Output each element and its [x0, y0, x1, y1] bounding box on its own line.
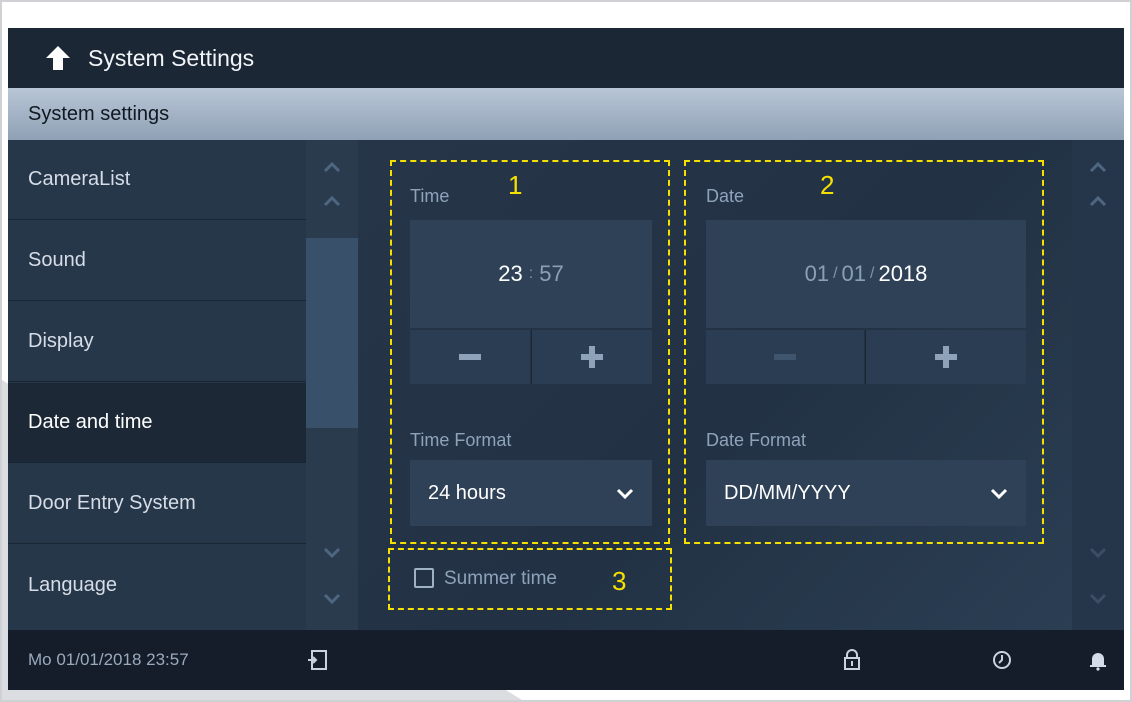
- chevron-up-icon[interactable]: [320, 190, 344, 214]
- chevron-down-icon: [990, 488, 1008, 500]
- sidebar-item-label: Sound: [28, 249, 86, 271]
- history-icon[interactable]: [990, 648, 1014, 672]
- date-increment-button[interactable]: [866, 330, 1026, 384]
- date-month[interactable]: 01: [842, 261, 866, 287]
- chevron-down-icon[interactable]: [1086, 586, 1110, 610]
- time-value-display: 23 : 57: [410, 220, 652, 328]
- date-separator: /: [870, 265, 875, 282]
- sidebar-item-label: Language: [28, 573, 117, 596]
- date-value-display: 01 / 01 / 2018: [706, 220, 1026, 328]
- callout-2: 2: [820, 170, 835, 200]
- sidebar: CameraList Sound Display Date and time D…: [8, 140, 306, 630]
- time-format-dropdown[interactable]: 24 hours: [410, 460, 652, 526]
- plus-icon: [581, 346, 603, 368]
- minus-icon: [459, 354, 481, 360]
- sidebar-item-label: Display: [28, 330, 94, 352]
- summer-time-checkbox[interactable]: [414, 568, 434, 588]
- sidebar-item-label: Door Entry System: [28, 492, 196, 514]
- date-label: Date: [706, 186, 745, 206]
- section-title: System settings: [28, 102, 170, 125]
- time-decrement-button[interactable]: [410, 330, 530, 384]
- date-decrement-button[interactable]: [706, 330, 864, 384]
- chevron-up-icon[interactable]: [1086, 156, 1110, 180]
- chevron-down-icon[interactable]: [320, 540, 344, 564]
- date-day[interactable]: 01: [805, 261, 829, 287]
- summer-time-label[interactable]: Summer time: [444, 568, 557, 590]
- logout-icon[interactable]: [306, 648, 330, 672]
- time-separator: :: [528, 265, 534, 282]
- date-format-label: Date Format: [706, 430, 807, 450]
- sidebar-item-label: CameraList: [28, 168, 131, 190]
- status-datetime: Mo 01/01/2018 23:57: [28, 650, 189, 669]
- time-label: Time: [410, 186, 450, 206]
- back-arrow-icon-glyph: [46, 46, 70, 70]
- plus-icon: [935, 346, 957, 368]
- time-hours[interactable]: 23: [498, 261, 522, 287]
- chevron-down-icon: [616, 488, 634, 500]
- time-format-value: 24 hours: [428, 481, 506, 504]
- chevron-up-icon[interactable]: [1086, 190, 1110, 214]
- sidebar-item-label: Date and time: [28, 411, 153, 433]
- section-header: System settings: [8, 88, 1124, 140]
- callout-3: 3: [612, 566, 627, 596]
- page-title: System Settings: [88, 44, 255, 71]
- date-format-dropdown[interactable]: DD/MM/YYYY: [706, 460, 1026, 526]
- chevron-down-icon[interactable]: [1086, 540, 1110, 564]
- status-bar: Mo 01/01/2018 23:57: [8, 630, 1124, 690]
- content-scrollbar[interactable]: [1072, 140, 1124, 630]
- bell-icon[interactable]: [1086, 648, 1110, 672]
- date-format-value: DD/MM/YYYY: [724, 481, 851, 504]
- chevron-up-icon[interactable]: [320, 156, 344, 180]
- back-arrow-icon[interactable]: [38, 38, 78, 78]
- callout-1: 1: [508, 170, 523, 200]
- sidebar-item-display[interactable]: Display: [8, 302, 306, 382]
- date-time-panel: 1 Time 23 : 57 Time Format 24 hours 2 Da…: [358, 140, 1072, 630]
- lock-icon[interactable]: [840, 648, 864, 672]
- sidebar-item-date-and-time[interactable]: Date and time: [8, 383, 306, 463]
- sidebar-scrollbar[interactable]: [306, 140, 358, 630]
- date-separator: /: [833, 265, 838, 282]
- sidebar-item-language[interactable]: Language: [8, 545, 306, 625]
- sidebar-item-cameralist[interactable]: CameraList: [8, 140, 306, 220]
- time-minutes[interactable]: 57: [539, 261, 563, 287]
- time-format-label: Time Format: [410, 430, 512, 450]
- time-increment-button[interactable]: [532, 330, 652, 384]
- title-bar: System Settings: [8, 28, 1124, 88]
- scrollbar-thumb[interactable]: [306, 238, 358, 428]
- sidebar-item-door-entry-system[interactable]: Door Entry System: [8, 464, 306, 544]
- sidebar-item-sound[interactable]: Sound: [8, 221, 306, 301]
- chevron-down-icon[interactable]: [320, 586, 344, 610]
- minus-icon: [774, 354, 796, 360]
- device-screen: System Settings System settings CameraLi…: [8, 28, 1124, 690]
- date-year[interactable]: 2018: [878, 261, 927, 287]
